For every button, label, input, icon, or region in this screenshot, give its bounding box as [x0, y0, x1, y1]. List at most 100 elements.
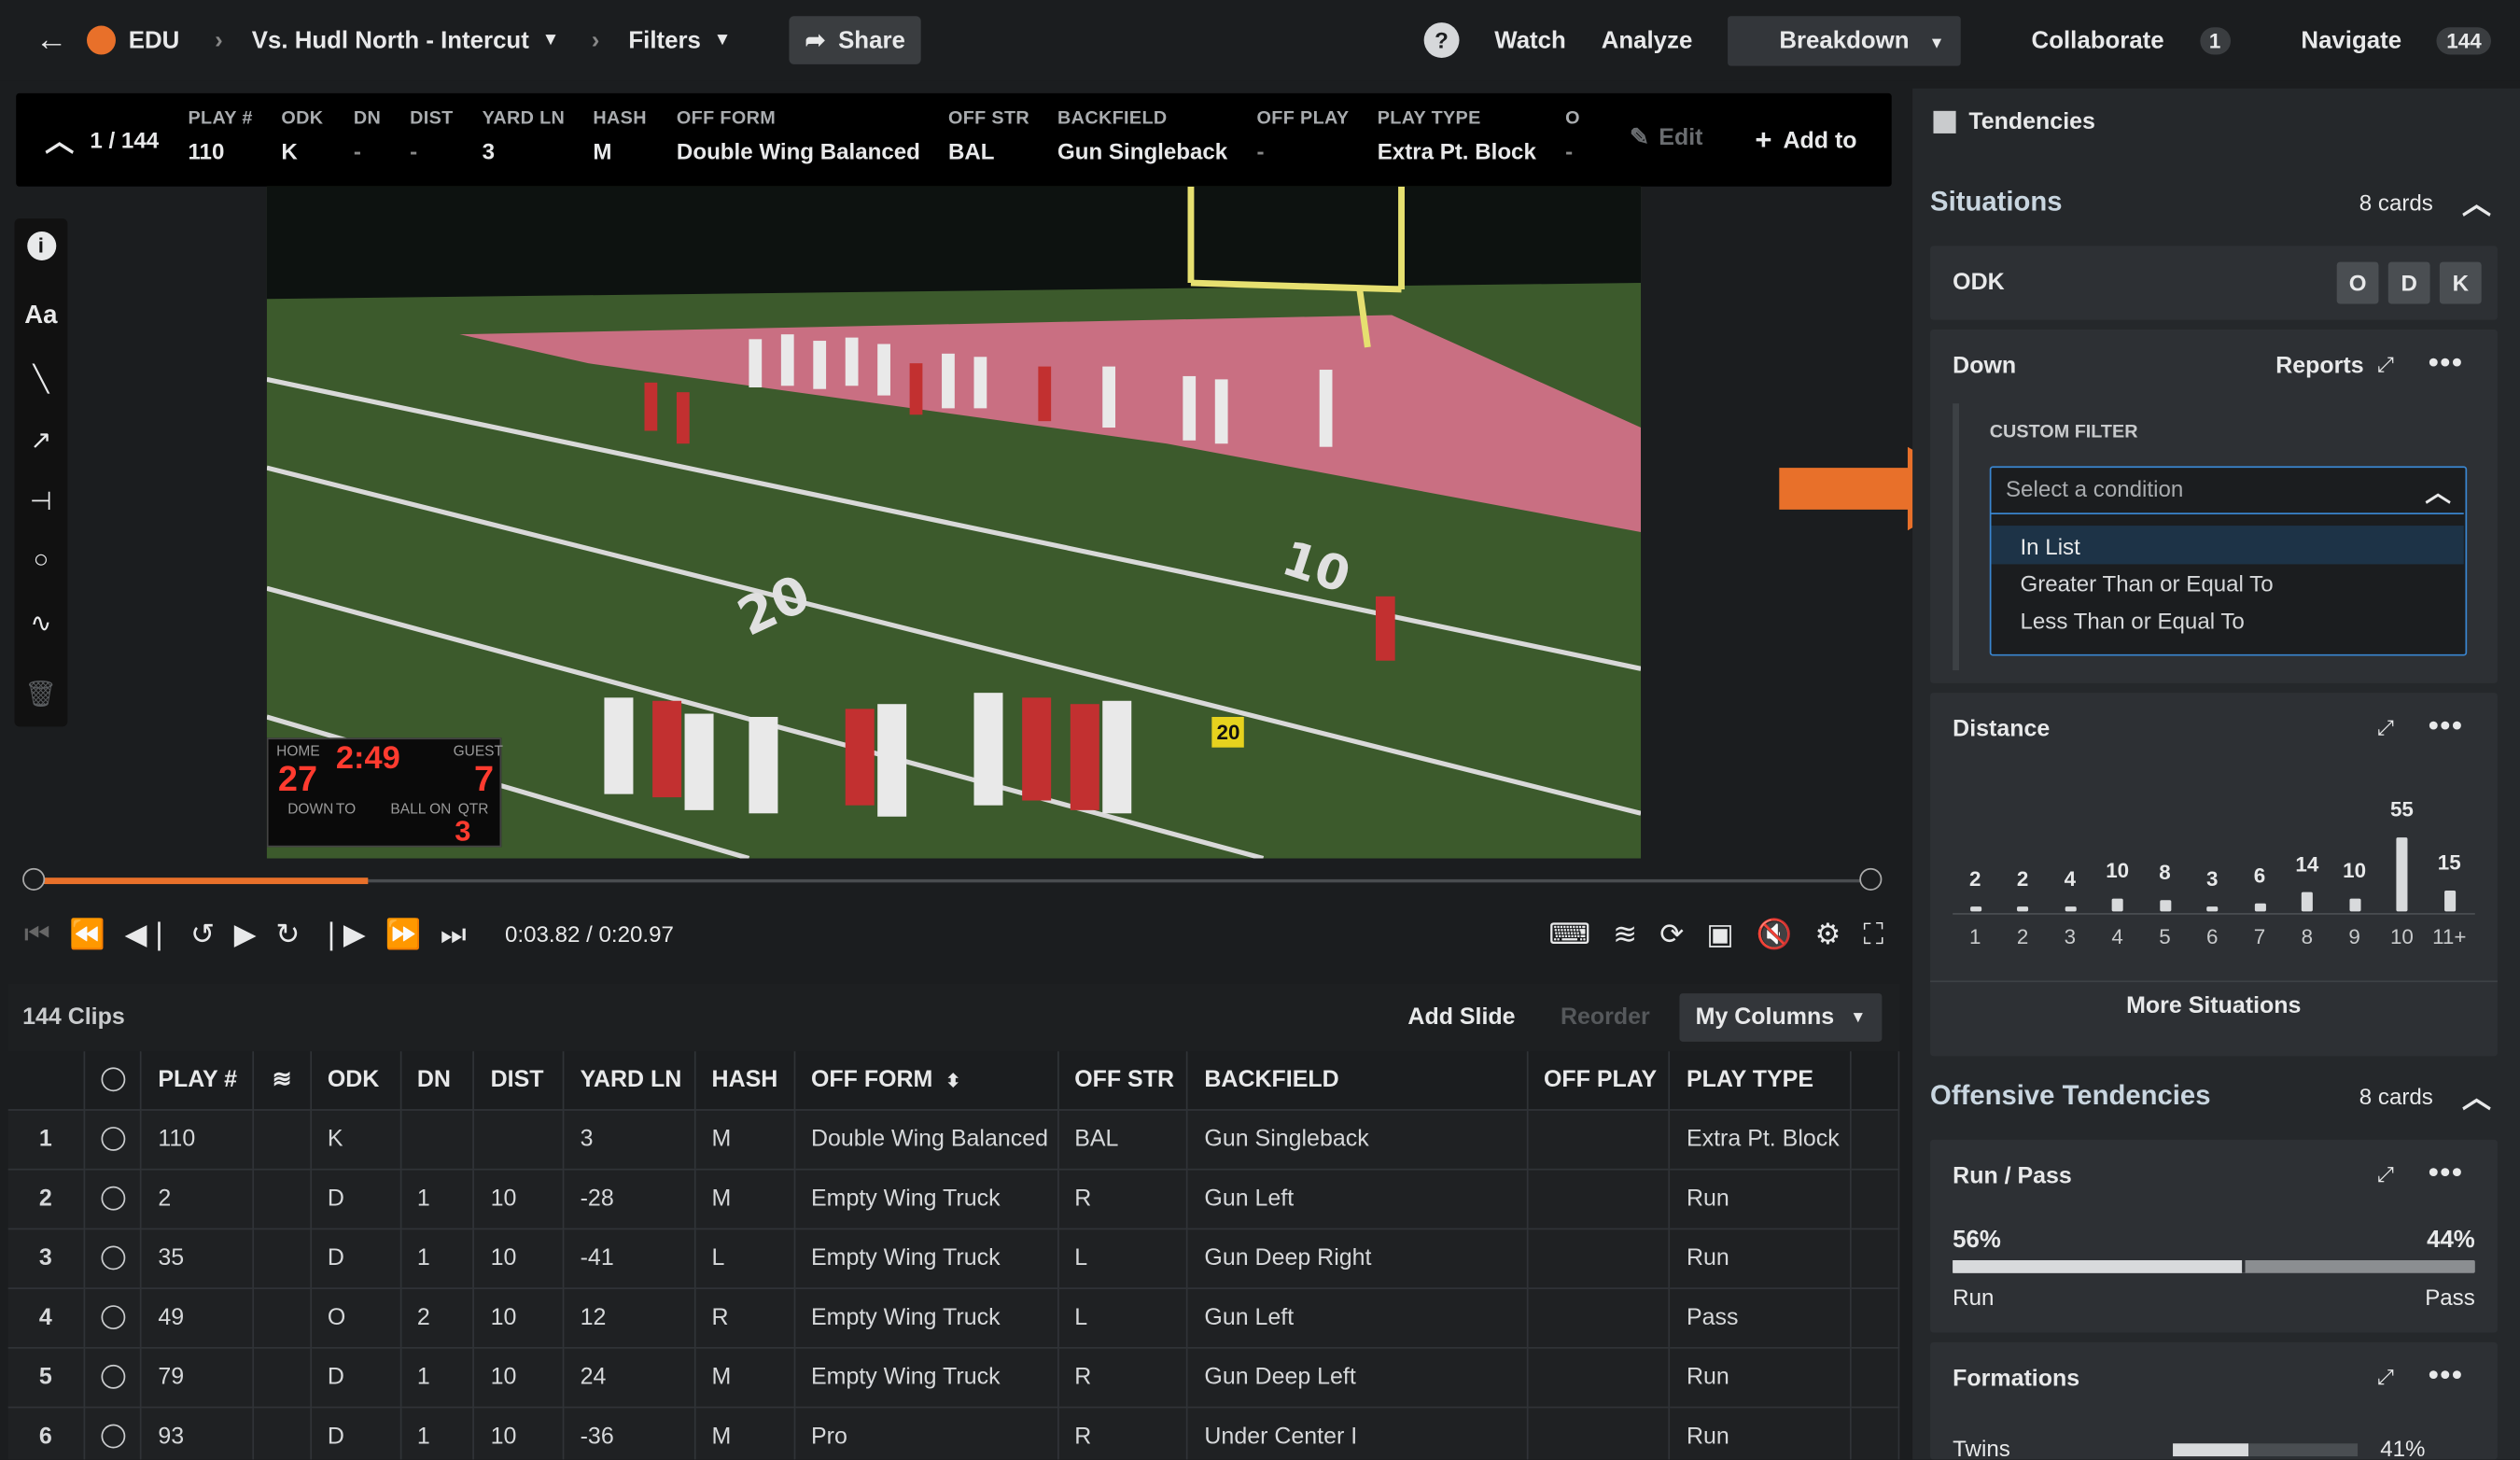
skip-to-start-icon[interactable]: ⏮ [24, 917, 50, 950]
odk-d-button[interactable]: D [2387, 261, 2430, 304]
distance-bar[interactable] [2301, 891, 2313, 912]
distance-bar[interactable] [2017, 906, 2029, 912]
table-row[interactable]: 1 110 K 3 M Double Wing Balanced BAL Gun Single… [7, 1109, 1900, 1170]
more-options-icon[interactable]: ••• [2429, 1358, 2464, 1392]
fast-forward-icon[interactable]: ⏩ [385, 917, 421, 950]
back-5-icon[interactable]: ↺ [190, 917, 215, 950]
row-select-radio[interactable] [100, 1424, 125, 1449]
chevron-down-icon[interactable]: ▼ [714, 31, 732, 50]
text-tool[interactable]: Aa [14, 302, 67, 331]
table-row[interactable]: 6 93 D 1 10 -36 M Pro R Under Center I Run [7, 1406, 1900, 1460]
keyboard-icon[interactable]: ⌨ [1548, 917, 1590, 950]
condition-dropdown[interactable]: Select a condition ︿ In List Greater Tha… [1989, 466, 2468, 656]
col-odk[interactable]: ODK [310, 1051, 401, 1110]
help-icon[interactable]: ? [1423, 22, 1460, 58]
freehand-tool-icon[interactable]: ∿ [14, 608, 67, 639]
my-columns-button[interactable]: My Columns ▼ [1679, 993, 1883, 1042]
scrubber-start-handle[interactable] [22, 867, 46, 891]
col-dn[interactable]: DN [399, 1051, 475, 1110]
col-play-type[interactable]: PLAY TYPE [1669, 1051, 1853, 1110]
col-off-form[interactable]: OFF FORM ⬍ [793, 1051, 1058, 1110]
sort-icon[interactable]: ⬍ [945, 1072, 960, 1091]
row-select[interactable] [83, 1228, 143, 1289]
chevron-up-icon[interactable]: ︿ [2425, 471, 2451, 510]
angles-column-icon[interactable]: ≋ [253, 1051, 312, 1110]
more-situations-button[interactable]: More Situations [2126, 993, 2301, 1019]
angles-icon[interactable]: ≋ [1613, 917, 1637, 950]
odk-o-button[interactable]: O [2336, 261, 2379, 304]
row-select-radio[interactable] [100, 1127, 125, 1152]
skip-to-end-icon[interactable]: ⏭ [441, 917, 467, 950]
add-to-button[interactable]: + Add to [1755, 124, 1856, 158]
reorder-button[interactable]: Reorder [1561, 1004, 1650, 1031]
video-player[interactable]: 10 20 20 HOME GUEST 27 2:49 7 DOWN TO BA… [266, 186, 1642, 859]
brand-label[interactable]: EDU [129, 26, 180, 53]
nav-watch[interactable]: Watch [1494, 26, 1566, 53]
loop-icon[interactable]: ⟳ [1659, 917, 1684, 950]
distance-bar[interactable] [2396, 837, 2408, 912]
forward-5-icon[interactable]: ↻ [275, 917, 300, 950]
collapse-situations-icon[interactable]: ︿ [2462, 182, 2491, 224]
distance-bar[interactable] [2348, 898, 2360, 912]
filters-button[interactable]: Filters [628, 26, 701, 53]
distance-bar[interactable] [2064, 906, 2076, 912]
arrow-tool-icon[interactable]: ↗ [14, 425, 67, 456]
rewind-icon[interactable]: ⏪ [69, 917, 105, 950]
row-select[interactable] [83, 1168, 143, 1229]
col-yard[interactable]: YARD LN [563, 1051, 696, 1110]
more-options-icon[interactable]: ••• [2429, 1156, 2464, 1189]
option-in-list[interactable]: In List [1991, 526, 2464, 565]
condition-placeholder[interactable]: Select a condition [2006, 476, 2183, 502]
row-select[interactable] [83, 1109, 143, 1170]
col-backfield[interactable]: BACKFIELD [1187, 1051, 1528, 1110]
step-back-icon[interactable]: ◀❘ [125, 917, 172, 950]
trash-icon[interactable]: 🗑 [14, 679, 67, 710]
table-row[interactable]: 3 35 D 1 10 -41 L Empty Wing Truck L Gun Deep Rig… [7, 1228, 1900, 1289]
select-all-radio[interactable] [83, 1051, 143, 1110]
table-row[interactable]: 5 79 D 1 10 24 M Empty Wing Truck R Gun Deep Left… [7, 1346, 1900, 1408]
option-lte[interactable]: Less Than or Equal To [1991, 601, 2463, 639]
camera-icon[interactable]: ▣ [1706, 917, 1733, 950]
distance-bar[interactable] [2111, 898, 2123, 912]
add-slide-button[interactable]: Add Slide [1407, 1004, 1515, 1031]
nav-breakdown[interactable]: Breakdown ▼ [1728, 15, 1961, 65]
collapse-offensive-icon[interactable]: ︿ [2462, 1075, 2491, 1117]
share-button[interactable]: ➦ Share [789, 16, 922, 64]
distance-bar[interactable] [2159, 900, 2171, 912]
step-forward-icon[interactable]: ❘▶ [319, 917, 366, 950]
distance-bar[interactable] [2443, 890, 2456, 912]
table-row[interactable]: 4 49 O 2 10 12 R Empty Wing Truck L Gun Left Pass [7, 1287, 1900, 1348]
row-select-radio[interactable] [100, 1186, 125, 1211]
nav-navigate[interactable]: Navigate 144 [2266, 26, 2492, 54]
col-hash[interactable]: HASH [694, 1051, 795, 1110]
nav-collaborate[interactable]: Collaborate 1 [1996, 26, 2231, 54]
row-select-radio[interactable] [100, 1365, 125, 1390]
fullscreen-icon[interactable]: ⛶ [1863, 917, 1883, 950]
col-off-str[interactable]: OFF STR [1057, 1051, 1189, 1110]
row-select-radio[interactable] [100, 1305, 125, 1330]
table-row[interactable]: 2 2 D 1 10 -28 M Empty Wing Truck R Gun Left Run [7, 1168, 1900, 1229]
collapse-chevron-icon[interactable]: ︿ [45, 119, 74, 161]
row-select[interactable] [83, 1287, 143, 1348]
chevron-down-icon[interactable]: ▼ [542, 31, 560, 50]
back-arrow-icon[interactable]: ← [35, 21, 67, 59]
line-tool-icon[interactable]: ╲ [14, 363, 67, 395]
row-select[interactable] [83, 1406, 143, 1460]
settings-gear-icon[interactable]: ⚙ [1815, 917, 1841, 950]
game-selector[interactable]: Vs. Hudl North - Intercut [252, 26, 529, 53]
distance-bar[interactable] [2206, 906, 2219, 912]
odk-k-button[interactable]: K [2439, 261, 2482, 304]
info-icon[interactable]: i [14, 231, 67, 260]
expand-icon[interactable]: ⤢ [2377, 352, 2394, 378]
distance-bar[interactable] [1969, 906, 1981, 912]
reports-link[interactable]: Reports [2275, 354, 2363, 380]
col-dist[interactable]: DIST [473, 1051, 565, 1110]
more-options-icon[interactable]: ••• [2429, 345, 2464, 379]
scrubber-end-handle[interactable] [1859, 867, 1883, 891]
row-select[interactable] [83, 1346, 143, 1408]
t-line-tool-icon[interactable]: ⊣ [14, 485, 67, 517]
col-off-play[interactable]: OFF PLAY [1526, 1051, 1671, 1110]
col-play[interactable]: PLAY # [141, 1051, 255, 1110]
play-icon[interactable]: ▶ [234, 917, 257, 950]
row-select-radio[interactable] [100, 1245, 125, 1270]
